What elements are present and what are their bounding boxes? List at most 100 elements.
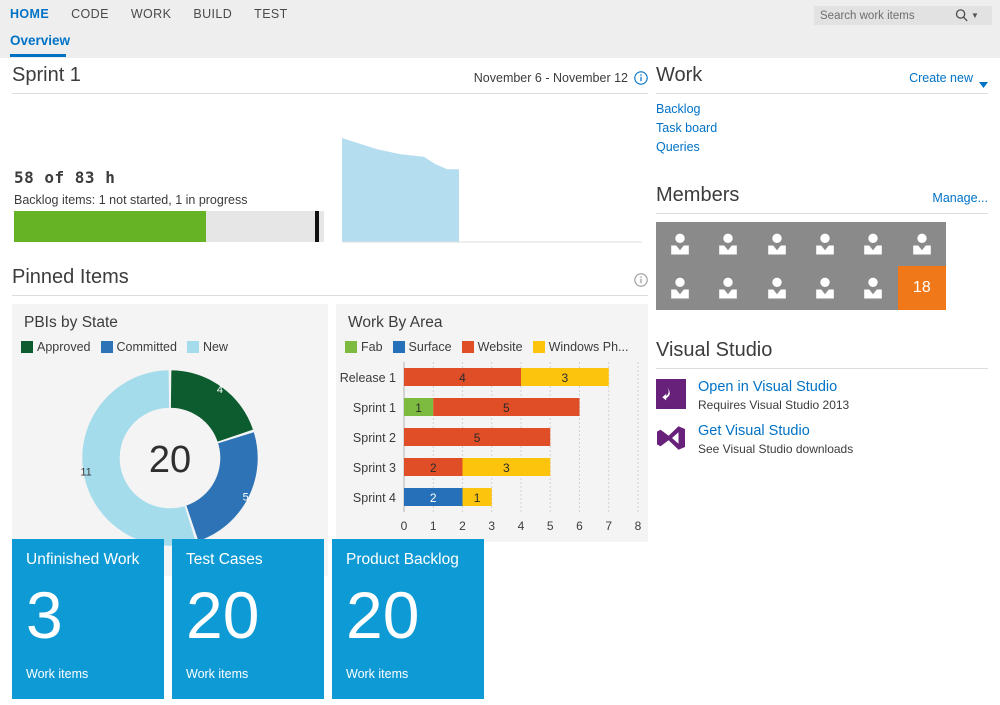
bar-chart: 0 1 2 3 4 5 6 7 8 Release 1 4 3 Sprint 1 1 5 Sprint 25S… — [336, 356, 648, 542]
pinned-items-section: Pinned Items PBIs by State Approved Comm… — [12, 264, 648, 576]
legend-swatch — [345, 341, 357, 353]
nav-item-work[interactable]: WORK — [131, 0, 172, 29]
search-icon[interactable] — [954, 7, 970, 24]
svg-text:0: 0 — [401, 519, 408, 533]
svg-text:2: 2 — [430, 491, 437, 505]
sprint-burndown-chart — [342, 134, 642, 246]
right-column: Work Create new Backlog Task board Queri… — [656, 62, 988, 457]
work-by-area-chart-tile[interactable]: Work By Area Fab Surface Website Windows… — [336, 304, 648, 542]
tab-active-underline — [10, 54, 66, 57]
visual-studio-section: Visual Studio Open in Visual Studio Requ… — [656, 337, 988, 457]
create-new-button[interactable]: Create new — [909, 71, 988, 88]
avatar[interactable] — [656, 222, 704, 266]
svg-text:8: 8 — [635, 519, 642, 533]
avatar[interactable] — [704, 222, 752, 266]
nav-item-build[interactable]: BUILD — [193, 0, 232, 29]
get-vs-subtitle: See Visual Studio downloads — [698, 442, 854, 456]
primary-nav: HOME CODE WORK BUILD TEST — [10, 0, 288, 29]
tile-unit: Work items — [26, 667, 89, 681]
nav-item-home[interactable]: HOME — [10, 0, 49, 29]
legend-item-website: Website — [461, 340, 523, 354]
svg-text:5: 5 — [503, 401, 510, 415]
avatar[interactable] — [898, 222, 946, 266]
info-icon[interactable] — [634, 71, 648, 85]
tile-product-backlog[interactable]: Product Backlog 20 Work items — [332, 539, 484, 699]
members-title: Members — [656, 184, 740, 206]
members-header: Members Manage... — [656, 182, 988, 214]
legend-label: Fab — [361, 340, 383, 354]
info-icon[interactable] — [634, 273, 648, 287]
members-overflow-count[interactable]: 18 — [897, 266, 946, 310]
svg-text:4: 4 — [217, 384, 223, 396]
legend-swatch — [461, 341, 474, 353]
legend-label: Committed — [116, 340, 177, 354]
svg-text:11: 11 — [80, 466, 91, 478]
legend-item-surface: Surface — [392, 340, 452, 354]
legend-label: Website — [477, 340, 523, 354]
tab-overview[interactable]: Overview — [10, 33, 70, 48]
avatar[interactable] — [753, 222, 801, 266]
tile-title: Product Backlog — [346, 551, 459, 568]
legend-label: New — [202, 340, 228, 354]
sprint-hours: 58 of 83 h — [14, 168, 116, 187]
work-link-queries[interactable]: Queries — [656, 139, 988, 156]
left-column: Sprint 1 November 6 - November 12 58 of … — [12, 62, 648, 576]
svg-text:5: 5 — [547, 519, 554, 533]
avatar[interactable] — [801, 266, 849, 310]
work-by-area-title: Work By Area — [348, 314, 443, 331]
count-tiles-row: Unfinished Work 3 Work items Test Cases … — [12, 539, 484, 699]
avatar[interactable] — [704, 266, 752, 310]
pinned-charts-row: PBIs by State Approved Committed New 4 5… — [12, 304, 648, 576]
sprint-date-range: November 6 - November 12 — [473, 71, 628, 85]
tile-test-cases[interactable]: Test Cases 20 Work items — [172, 539, 324, 699]
avatar[interactable] — [656, 266, 704, 310]
legend-label: Surface — [408, 340, 452, 354]
search-input[interactable] — [820, 7, 954, 24]
members-avatar-grid: 18 — [656, 222, 946, 310]
open-in-visual-studio-row[interactable]: Open in Visual Studio Requires Visual St… — [656, 379, 988, 413]
members-section: Members Manage... 18 — [656, 182, 988, 310]
avatar[interactable] — [849, 222, 897, 266]
avatar[interactable] — [753, 266, 801, 310]
tile-unfinished-work[interactable]: Unfinished Work 3 Work items — [12, 539, 164, 699]
svg-text:4: 4 — [459, 371, 466, 385]
pinned-items-title: Pinned Items — [12, 266, 129, 288]
svg-text:1: 1 — [415, 401, 422, 415]
legend-swatch — [186, 341, 199, 353]
tile-value: 20 — [186, 578, 260, 652]
chevron-down-icon — [979, 75, 988, 88]
avatar[interactable] — [801, 222, 849, 266]
sub-tab-bar: Overview — [0, 29, 1000, 58]
get-visual-studio-row[interactable]: Get Visual Studio See Visual Studio down… — [656, 423, 988, 457]
legend-swatch — [21, 341, 33, 353]
visual-studio-header: Visual Studio — [656, 337, 988, 369]
open-in-vs-title[interactable]: Open in Visual Studio — [698, 379, 849, 396]
legend-swatch — [392, 341, 405, 353]
svg-text:3: 3 — [562, 371, 569, 385]
svg-text:3: 3 — [488, 519, 495, 533]
svg-text:5: 5 — [243, 492, 249, 504]
work-link-task-board[interactable]: Task board — [656, 120, 988, 137]
visual-studio-logo-icon — [656, 423, 686, 453]
legend-swatch — [100, 341, 113, 353]
nav-item-code[interactable]: CODE — [71, 0, 109, 29]
open-in-vs-icon — [656, 379, 686, 409]
work-title: Work — [656, 64, 703, 86]
svg-text:5: 5 — [474, 431, 481, 445]
search-box[interactable]: ▼ — [814, 6, 992, 25]
legend-swatch — [532, 341, 545, 353]
avatar[interactable] — [849, 266, 897, 310]
svg-text:4: 4 — [518, 519, 525, 533]
nav-item-test[interactable]: TEST — [254, 0, 288, 29]
sprint-header: Sprint 1 November 6 - November 12 — [12, 62, 648, 94]
sprint-progress-bar — [14, 211, 324, 242]
pbis-by-state-chart-tile[interactable]: PBIs by State Approved Committed New 4 5… — [12, 304, 328, 576]
get-vs-title[interactable]: Get Visual Studio — [698, 423, 853, 440]
svg-text:20: 20 — [149, 439, 191, 481]
manage-members-link[interactable]: Manage... — [932, 191, 988, 205]
sprint-summary: 58 of 83 h Backlog items: 1 not started,… — [12, 96, 648, 246]
svg-text:Release 1: Release 1 — [340, 371, 396, 385]
search-dropdown-caret-icon[interactable]: ▼ — [971, 6, 979, 25]
svg-text:3: 3 — [503, 461, 510, 475]
work-link-backlog[interactable]: Backlog — [656, 101, 988, 118]
